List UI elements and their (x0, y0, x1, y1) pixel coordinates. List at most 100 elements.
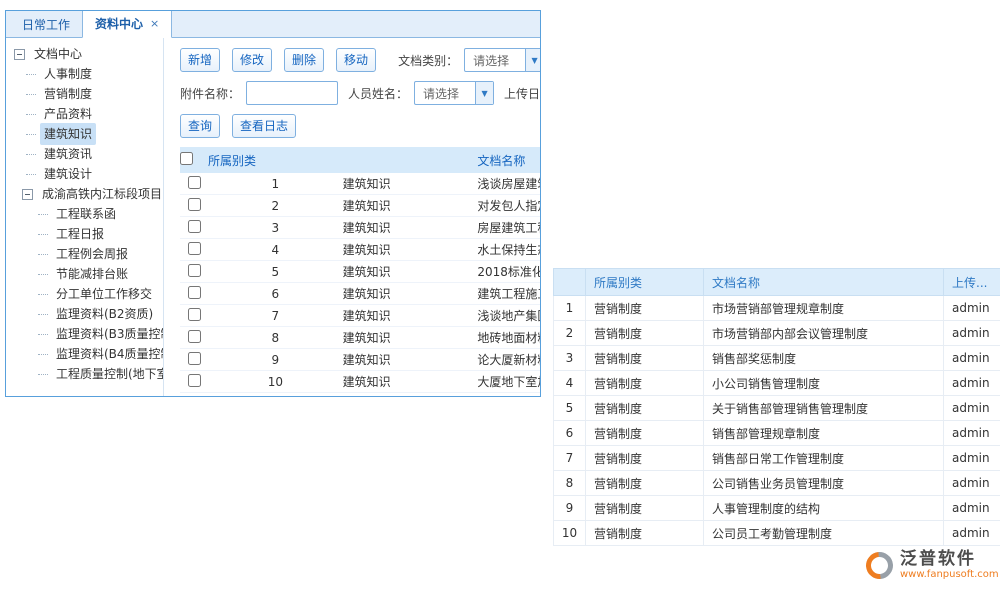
query-button[interactable]: 查询 (180, 114, 220, 138)
table-row[interactable]: 10营销制度公司员工考勤管理制度admin (554, 521, 1000, 546)
tree-branch-icon (26, 174, 36, 175)
tree-branch-icon (38, 314, 48, 315)
table-row[interactable]: 6建筑知识建筑工程施工发包与承包违法行为认定... (180, 283, 540, 305)
tree-item[interactable]: 节能减排台账 (12, 264, 163, 284)
select-all-checkbox[interactable] (180, 152, 193, 165)
tree-item-label: 工程例会周报 (52, 243, 132, 265)
tree-item[interactable]: 监理资料(B4质量控制) (12, 344, 163, 364)
doc-table: 所属别类 文档名称 1建筑知识浅谈房屋建筑和市政基础设施工程施工...2建筑知识… (180, 147, 540, 393)
tab-daily-work-label: 日常工作 (22, 18, 70, 32)
tree-item[interactable]: 工程例会周报 (12, 244, 163, 264)
tab-daily-work[interactable]: 日常工作 (10, 11, 82, 38)
chevron-down-icon: ▼ (475, 82, 493, 104)
delete-button[interactable]: 删除 (284, 48, 324, 72)
table-row[interactable]: 2建筑知识对发包人指定分包的工程施工进度安排... (180, 195, 540, 217)
collapse-icon[interactable] (14, 49, 25, 60)
table-row[interactable]: 4营销制度小公司销售管理制度admin (554, 371, 1000, 396)
table-row[interactable]: 7建筑知识浅谈地产集团开发建设项目管理规划编... (180, 305, 540, 327)
row-uploader: admin (944, 446, 1000, 471)
tree-item[interactable]: 分工单位工作移交 (12, 284, 163, 304)
tree-branch-icon (38, 334, 48, 335)
row-number: 3 (554, 346, 586, 371)
tree-item-document-center[interactable]: 文档中心 (12, 44, 163, 64)
table-row[interactable]: 8营销制度公司销售业务员管理制度admin (554, 471, 1000, 496)
attachment-name-input[interactable] (246, 81, 338, 105)
row-checkbox[interactable] (188, 374, 201, 387)
row-doc-name: 市场营销部管理规章制度 (704, 296, 944, 321)
table-row[interactable]: 1建筑知识浅谈房屋建筑和市政基础设施工程施工... (180, 173, 540, 195)
collapse-icon[interactable] (22, 189, 33, 200)
row-checkbox[interactable] (188, 264, 201, 277)
table-row[interactable]: 3营销制度销售部奖惩制度admin (554, 346, 1000, 371)
row-category: 建筑知识 (343, 239, 478, 261)
row-number: 6 (208, 283, 343, 305)
row-category: 建筑知识 (343, 371, 478, 393)
row-category: 建筑知识 (343, 283, 478, 305)
row-doc-name: 建筑工程施工发包与承包违法行为认定... (477, 283, 540, 305)
row-checkbox[interactable] (188, 330, 201, 343)
table-row[interactable]: 1营销制度市场营销部管理规章制度admin (554, 296, 1000, 321)
tree-item[interactable]: 建筑知识 (12, 124, 163, 144)
doc-category-select[interactable]: 请选择 ▼ (464, 48, 540, 72)
row-checkbox[interactable] (188, 286, 201, 299)
tab-bar: 日常工作 资料中心 × (6, 11, 540, 38)
tree-branch-icon (38, 214, 48, 215)
row-checkbox[interactable] (188, 308, 201, 321)
table-row[interactable]: 4建筑知识水土保持生态环境监测网络的建设与资... (180, 239, 540, 261)
table-row[interactable]: 3建筑知识房屋建筑工程总承包投标书（技术标）... (180, 217, 540, 239)
tree-item[interactable]: 营销制度 (12, 84, 163, 104)
tree-branch-icon (38, 354, 48, 355)
table-row[interactable]: 5营销制度关于销售部管理销售管理制度admin (554, 396, 1000, 421)
row-checkbox[interactable] (188, 176, 201, 189)
row-doc-name: 销售部管理规章制度 (704, 421, 944, 446)
table-row[interactable]: 2营销制度市场营销部内部会议管理制度admin (554, 321, 1000, 346)
table-row[interactable]: 6营销制度销售部管理规章制度admin (554, 421, 1000, 446)
tree-branch-icon (38, 254, 48, 255)
add-button[interactable]: 新增 (180, 48, 220, 72)
view-log-button[interactable]: 查看日志 (232, 114, 296, 138)
tab-data-center[interactable]: 资料中心 × (82, 10, 172, 38)
person-name-select[interactable]: 请选择 ▼ (414, 81, 494, 105)
move-button[interactable]: 移动 (336, 48, 376, 72)
row-checkbox[interactable] (188, 198, 201, 211)
tree-item-label: 建筑设计 (40, 163, 96, 185)
brand-text: 泛普软件 www.fanpusoft.com (900, 549, 999, 581)
tree-item[interactable]: 产品资料 (12, 104, 163, 124)
row-doc-name: 公司员工考勤管理制度 (704, 521, 944, 546)
row-checkbox[interactable] (188, 242, 201, 255)
tree-item-label: 分工单位工作移交 (52, 283, 156, 305)
tree-item[interactable]: 建筑资讯 (12, 144, 163, 164)
table-row[interactable]: 9营销制度人事管理制度的结构admin (554, 496, 1000, 521)
brand-url: www.fanpusoft.com (900, 569, 999, 581)
table-row[interactable]: 8建筑知识地砖地面材料、机具准备、质量要求及... (180, 327, 540, 349)
tree-branch-icon (26, 114, 36, 115)
table-row[interactable]: 7营销制度销售部日常工作管理制度admin (554, 446, 1000, 471)
tree-item[interactable]: 工程日报 (12, 224, 163, 244)
row-number: 7 (208, 305, 343, 327)
column-header-category: 所属别类 (208, 147, 477, 173)
row-checkbox[interactable] (188, 352, 201, 365)
table-row[interactable]: 9建筑知识论大厦新材料、新结构、新技术、新工... (180, 349, 540, 371)
row-uploader: admin (944, 346, 1000, 371)
row-checkbox[interactable] (188, 220, 201, 233)
doc-category-label: 文档类别： (398, 52, 458, 69)
tree-item[interactable]: 工程质量控制(地下室) (12, 364, 163, 384)
close-icon[interactable]: × (150, 17, 159, 30)
tree-item[interactable]: 监理资料(B2资质) (12, 304, 163, 324)
tree-level1: 人事制度营销制度产品资料建筑知识建筑资讯建筑设计 (12, 64, 163, 184)
table-row[interactable]: 5建筑知识2018标准化监理项目部(业主项目部)人员... (180, 261, 540, 283)
modify-button[interactable]: 修改 (232, 48, 272, 72)
table-row[interactable]: 10建筑知识大厦地下室加气砼墙砌筑工程的施工方... (180, 371, 540, 393)
tree-item-project[interactable]: 成渝高铁内江标段项目 (12, 184, 163, 204)
tree-item[interactable]: 工程联系函 (12, 204, 163, 224)
tree-branch-icon (26, 94, 36, 95)
tree-item-label: 节能减排台账 (52, 263, 132, 285)
marketing-table: 所属别类 文档名称 上传... 1营销制度市场营销部管理规章制度admin2营销… (553, 268, 1000, 546)
tree-item[interactable]: 建筑设计 (12, 164, 163, 184)
tree-branch-icon (26, 134, 36, 135)
row-doc-name: 水土保持生态环境监测网络的建设与资... (477, 239, 540, 261)
screen: 日常工作 资料中心 × 文档中心 人事制度营销制度产品资料建筑知识建筑资讯建筑设… (0, 0, 1000, 600)
tree-item[interactable]: 监理资料(B3质量控制) (12, 324, 163, 344)
tree-item[interactable]: 人事制度 (12, 64, 163, 84)
column-header-doc-name: 文档名称 (704, 269, 944, 296)
